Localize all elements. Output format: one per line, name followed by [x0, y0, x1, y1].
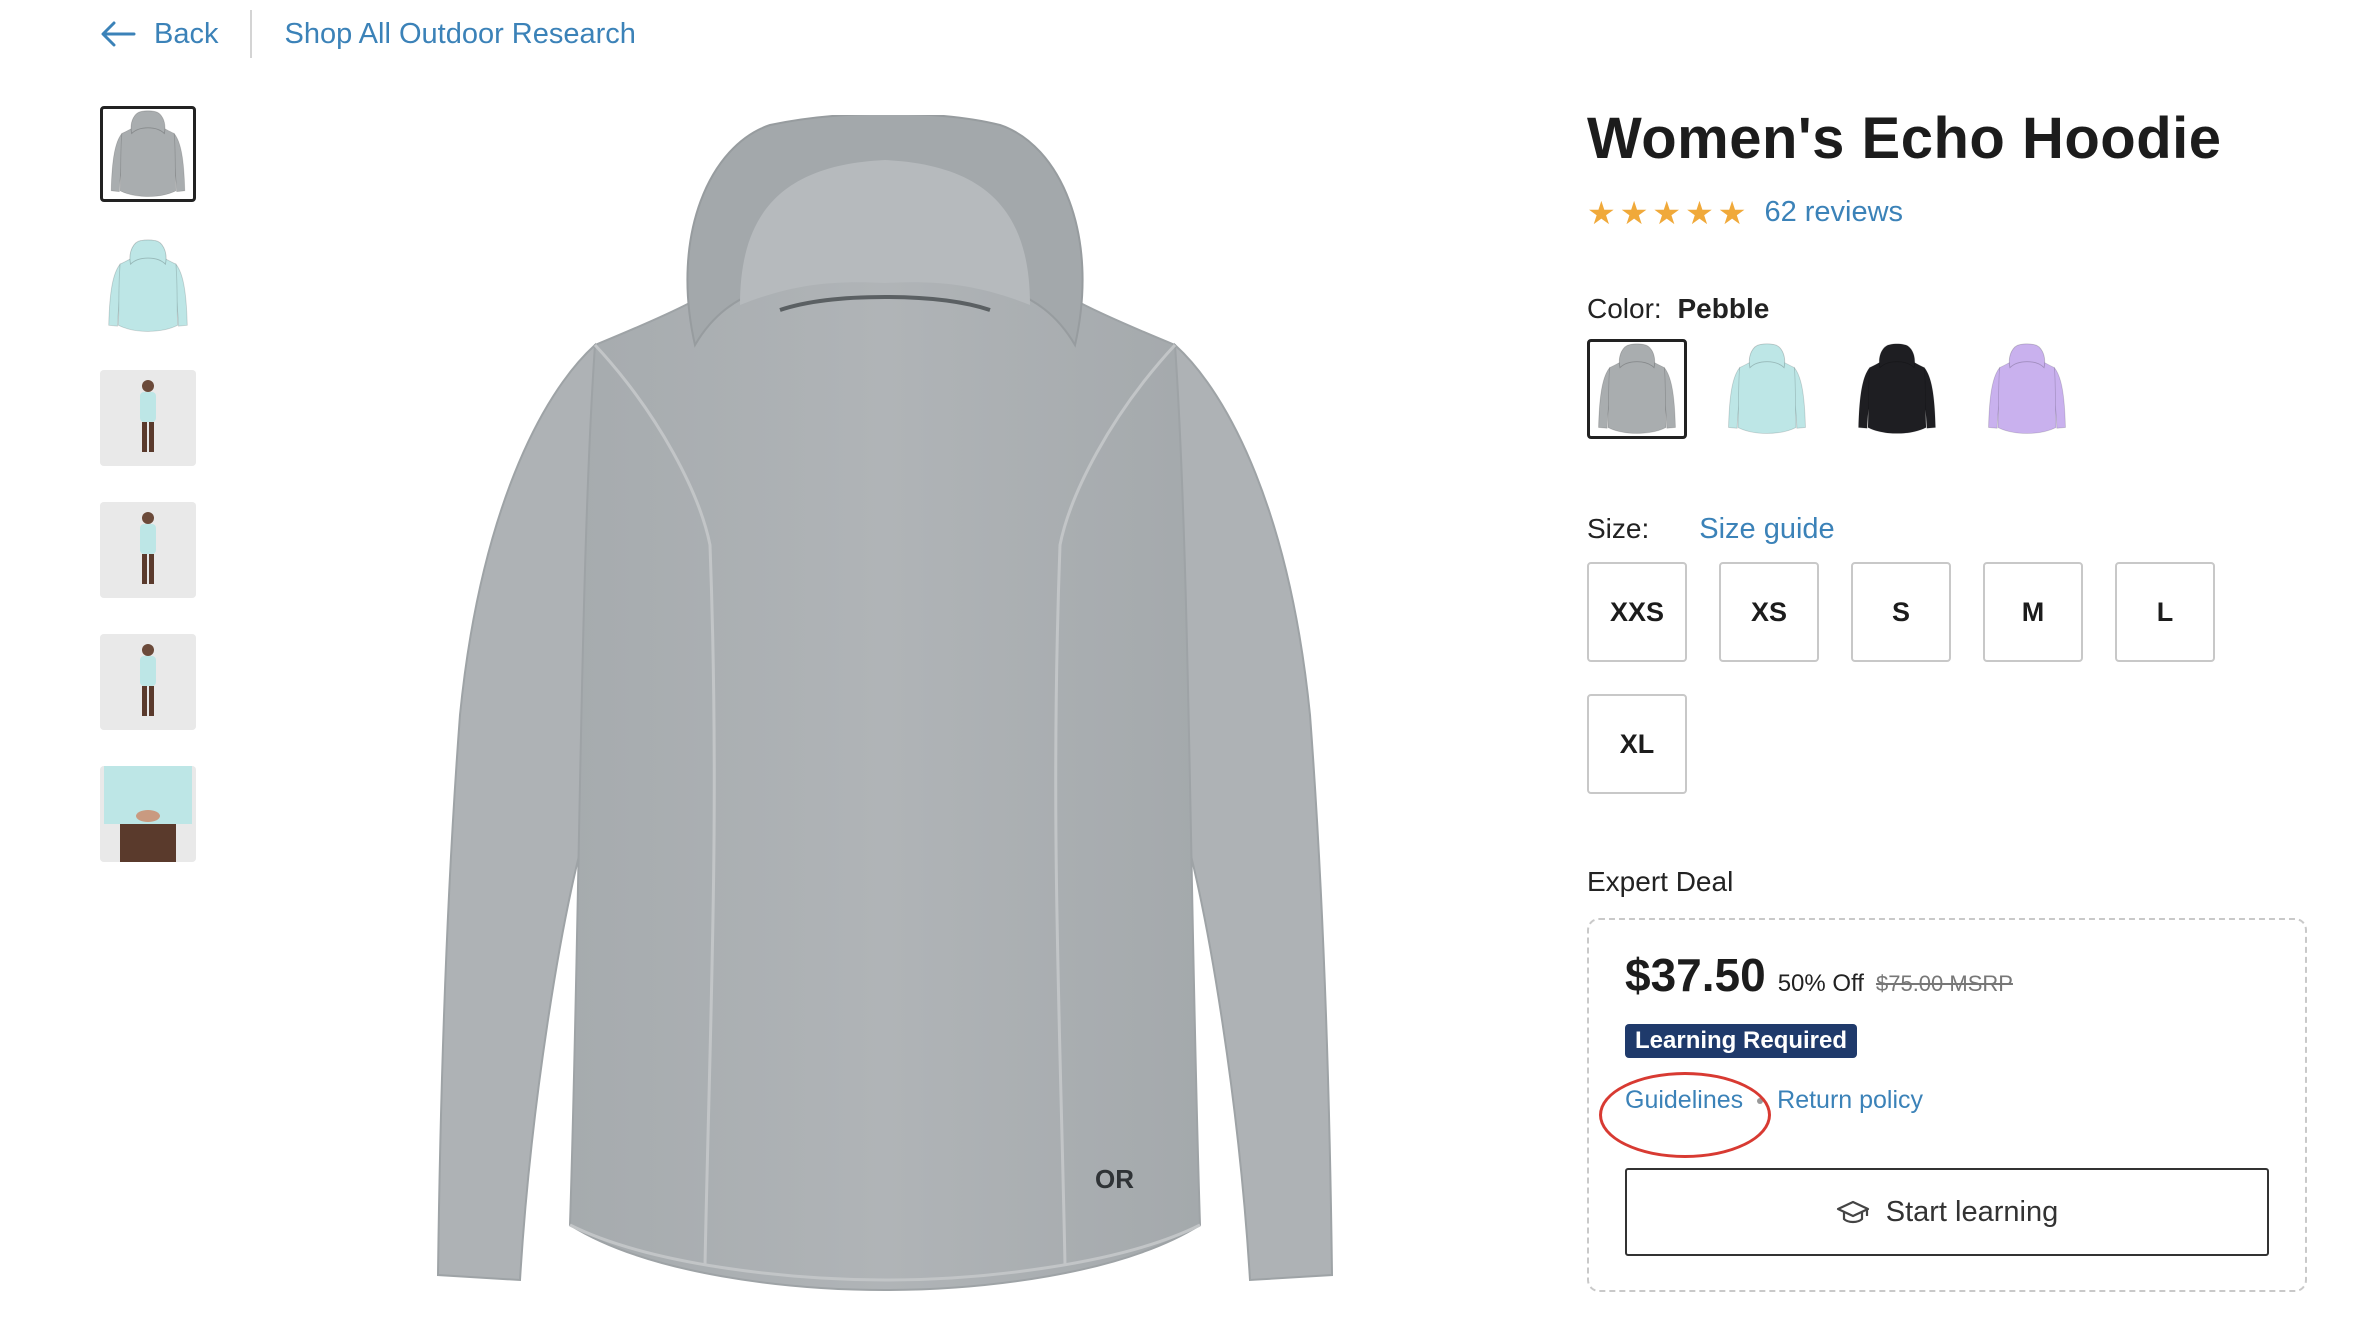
color-label: Color: — [1587, 293, 1662, 324]
size-option-m[interactable]: M — [1983, 562, 2083, 662]
star-icon: ★ — [1717, 194, 1747, 231]
hoodie-icon — [1598, 343, 1676, 434]
product-rating: ★ ★ ★ ★ ★ 62 reviews — [1587, 196, 2307, 229]
arrow-left-icon — [101, 21, 136, 47]
thumbnail-4[interactable] — [100, 502, 196, 598]
start-learning-button[interactable]: Start learning — [1625, 1168, 2269, 1256]
color-swatch-aqua[interactable] — [1717, 339, 1817, 439]
color-selector: Color: Pebble — [1587, 293, 2307, 439]
back-label: Back — [154, 17, 219, 50]
color-swatch-lavender[interactable] — [1977, 339, 2077, 439]
hoodie-icon — [1988, 343, 2066, 434]
price-row: $37.50 50% Off $75.00 MSRP — [1625, 948, 2269, 1002]
size-option-xxs[interactable]: XXS — [1587, 562, 1687, 662]
star-icon: ★ — [1652, 194, 1682, 231]
size-guide-link[interactable]: Size guide — [1699, 513, 1834, 546]
thumbnail-1[interactable] — [100, 106, 196, 202]
start-learning-label: Start learning — [1885, 1195, 2059, 1228]
shop-all-link[interactable]: Shop All Outdoor Research — [284, 18, 635, 51]
hoodie-icon — [108, 239, 188, 332]
model-closeup-icon — [100, 766, 196, 862]
discount-text: 50% Off — [1777, 970, 1864, 997]
product-info: Women's Echo Hoodie ★ ★ ★ ★ ★ 62 reviews Col… — [1587, 105, 2307, 1292]
size-options: XXS XS S M L XL — [1587, 562, 2287, 794]
size-option-xl[interactable]: XL — [1587, 694, 1687, 794]
thumbnail-3[interactable] — [100, 370, 196, 466]
hoodie-icon — [110, 110, 186, 197]
expert-deal-label: Expert Deal — [1587, 866, 1734, 897]
size-option-s[interactable]: S — [1851, 562, 1951, 662]
msrp-price: $75.00 MSRP — [1875, 971, 2013, 996]
reviews-link[interactable]: 62 reviews — [1764, 196, 1903, 229]
color-swatch-pebble[interactable] — [1587, 339, 1687, 439]
model-photo-icon — [100, 634, 196, 730]
brand-logo-text: OR — [1095, 1164, 1134, 1194]
star-icon: ★ — [1619, 194, 1649, 231]
star-icon: ★ — [1587, 194, 1616, 231]
thumbnail-2[interactable] — [100, 238, 196, 334]
size-option-l[interactable]: L — [2115, 562, 2215, 662]
return-policy-link[interactable]: Return policy — [1777, 1086, 1923, 1115]
annotation-circle — [1599, 1072, 1771, 1158]
star-rating: ★ ★ ★ ★ ★ — [1587, 197, 1746, 229]
color-value: Pebble — [1677, 293, 1770, 324]
size-label: Size: — [1587, 513, 1650, 544]
model-photo-icon — [100, 370, 196, 466]
hoodie-image: OR — [436, 112, 1334, 1292]
size-header: Size: Size guide — [1587, 513, 2307, 546]
hoodie-icon — [1728, 343, 1806, 434]
separator-dot — [1757, 1097, 1764, 1104]
color-swatches — [1587, 339, 2307, 439]
model-photo-icon — [100, 502, 196, 598]
thumbnail-5[interactable] — [100, 634, 196, 730]
deal-links: Guidelines Return policy — [1625, 1086, 2269, 1115]
thumbnail-list — [100, 106, 196, 898]
color-swatch-black[interactable] — [1847, 339, 1947, 439]
product-title: Women's Echo Hoodie — [1587, 106, 2222, 171]
learning-required-badge: Learning Required — [1625, 1024, 1858, 1058]
main-product-image: OR — [420, 112, 1350, 1305]
size-option-xs[interactable]: XS — [1719, 562, 1819, 662]
star-icon: ★ — [1685, 194, 1714, 231]
top-nav: Back Shop All Outdoor Research — [100, 6, 636, 62]
deal-price: $37.50 — [1625, 949, 1766, 1001]
expert-deal-box: $37.50 50% Off $75.00 MSRP Learning Requ… — [1587, 918, 2307, 1292]
graduation-cap-icon — [1836, 1200, 1869, 1224]
hoodie-icon — [1858, 343, 1936, 434]
guidelines-link[interactable]: Guidelines — [1625, 1086, 1743, 1115]
thumbnail-6[interactable] — [100, 766, 196, 862]
nav-divider — [250, 10, 253, 58]
back-link[interactable]: Back — [100, 18, 218, 51]
